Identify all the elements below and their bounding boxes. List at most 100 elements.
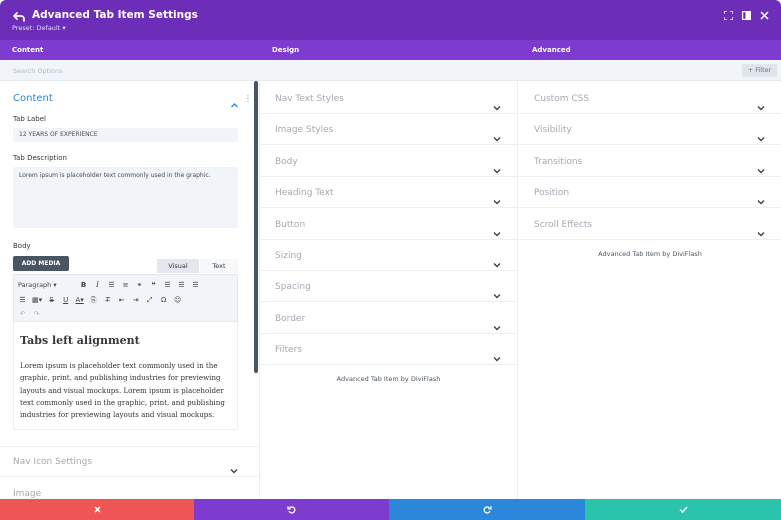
collapsible-section[interactable]: Image Styles xyxy=(260,114,517,146)
chevron-down-icon xyxy=(230,491,238,497)
collapsible-section[interactable]: Body xyxy=(260,146,517,177)
section-label: Visibility xyxy=(534,125,572,136)
align-center-icon[interactable]: ☰ xyxy=(177,281,186,289)
section-label: Custom CSS xyxy=(534,94,590,104)
cancel-button[interactable] xyxy=(0,499,194,520)
x-icon xyxy=(93,506,101,513)
body-editor[interactable]: Tabs left alignment Lorem ipsum is place… xyxy=(13,322,238,430)
search-bar: Search Options + Filter xyxy=(0,60,781,81)
undo-icon[interactable]: ↶ xyxy=(18,310,27,318)
section-label: Spacing xyxy=(275,282,311,293)
collapsible-section[interactable]: Heading Text xyxy=(260,177,517,209)
section-label: Border xyxy=(275,313,306,324)
chevron-down-icon xyxy=(493,159,501,174)
table-icon[interactable]: ▦▾ xyxy=(32,296,42,304)
section-label: Heading Text xyxy=(275,188,334,199)
bullet-list-icon[interactable]: ☰ xyxy=(107,281,116,289)
tab-content[interactable]: Content xyxy=(12,46,43,54)
redo-button[interactable] xyxy=(389,499,585,520)
italic-icon[interactable]: I xyxy=(93,281,102,289)
numbered-list-icon[interactable]: ≡ xyxy=(121,281,130,289)
chevron-up-icon[interactable] xyxy=(230,95,239,108)
section-label: Body xyxy=(275,156,298,167)
align-right-icon[interactable]: ☰ xyxy=(191,281,200,289)
collapsible-section[interactable]: Visibility xyxy=(519,114,781,146)
collapsible-section[interactable]: Filters xyxy=(260,334,517,366)
collapsible-section[interactable]: Border xyxy=(260,303,517,334)
section-image[interactable]: Image xyxy=(0,478,258,499)
section-label: Image xyxy=(13,489,42,499)
split-view-icon[interactable] xyxy=(741,10,751,20)
link-icon[interactable]: ⚭ xyxy=(135,281,144,289)
tab-advanced[interactable]: Advanced xyxy=(532,46,571,54)
chevron-down-icon xyxy=(230,459,238,474)
chevron-down-icon xyxy=(757,96,765,111)
fullscreen-editor-icon[interactable]: ⤢ xyxy=(145,296,154,305)
collapsible-section[interactable]: Button xyxy=(260,209,517,240)
strikethrough-icon[interactable]: S xyxy=(47,296,56,304)
collapsible-section[interactable]: Spacing xyxy=(260,271,517,303)
chevron-down-icon xyxy=(757,190,765,205)
bold-icon[interactable]: B xyxy=(79,281,88,289)
redo-icon xyxy=(483,506,492,514)
section-nav-icon-settings[interactable]: Nav Icon Settings xyxy=(0,446,258,477)
add-media-button[interactable]: ADD MEDIA xyxy=(13,256,69,271)
design-footer: Advanced Tab Item by DiviFlash xyxy=(336,375,441,383)
chevron-down-icon xyxy=(493,253,501,268)
toolbar-row-1: Paragraph ▾ B I ☰ ≡ ⚭ ❝ ☰ ☰ ☰ xyxy=(18,279,200,291)
check-icon xyxy=(678,506,688,513)
back-arrow-icon[interactable] xyxy=(12,9,26,23)
tab-design[interactable]: Design xyxy=(272,46,299,54)
underline-icon[interactable]: U xyxy=(61,296,70,304)
settings-tabs: Content Design Advanced xyxy=(0,40,781,60)
chevron-down-icon xyxy=(493,316,501,331)
search-input[interactable]: Search Options xyxy=(13,67,62,75)
content-section-title[interactable]: Content xyxy=(13,93,53,104)
tab-description-label: Tab Description xyxy=(13,154,67,162)
collapsible-section[interactable]: Custom CSS xyxy=(519,83,781,114)
collapsible-section[interactable]: Position xyxy=(519,177,781,209)
collapsible-section[interactable]: Transitions xyxy=(519,146,781,177)
collapsible-section[interactable]: Scroll Effects xyxy=(519,209,781,240)
special-character-icon[interactable]: Ω xyxy=(159,296,168,304)
justify-icon[interactable]: ☰ xyxy=(18,296,27,304)
chevron-down-icon xyxy=(757,127,765,142)
more-options-icon[interactable]: ⋮ xyxy=(244,95,252,103)
section-label: Filters xyxy=(275,345,302,356)
format-select[interactable]: Paragraph ▾ xyxy=(18,281,74,289)
tab-label-input[interactable]: 12 YEARS OF EXPERIENCE xyxy=(13,128,238,142)
fullscreen-icon[interactable] xyxy=(723,10,733,20)
clear-format-icon[interactable]: T̶ xyxy=(103,296,112,304)
collapsible-section[interactable]: Sizing xyxy=(260,240,517,271)
redo-icon[interactable]: ↷ xyxy=(32,310,41,318)
close-icon[interactable] xyxy=(759,10,769,20)
emoji-icon[interactable]: ☺ xyxy=(173,296,182,304)
chevron-down-icon xyxy=(493,127,501,142)
modal-header: Advanced Tab Item Settings Preset: Defau… xyxy=(0,0,781,40)
section-label: Nav Icon Settings xyxy=(13,457,93,467)
undo-button[interactable] xyxy=(194,499,389,520)
editor-toolbar: Paragraph ▾ B I ☰ ≡ ⚭ ❝ ☰ ☰ ☰ ☰ ▦▾ S U A… xyxy=(13,274,238,322)
save-button[interactable] xyxy=(585,499,781,520)
paste-text-icon[interactable]: ⎘ xyxy=(89,296,98,305)
editor-paragraph: Lorem ipsum is placeholder text commonly… xyxy=(20,361,225,420)
chevron-down-icon xyxy=(493,222,501,237)
section-label: Scroll Effects xyxy=(534,219,593,230)
action-bar xyxy=(0,499,781,520)
text-tab[interactable]: Text xyxy=(200,259,238,273)
visual-tab[interactable]: Visual xyxy=(157,259,199,273)
section-label: Transitions xyxy=(534,156,583,167)
align-left-icon[interactable]: ☰ xyxy=(163,281,172,289)
filter-button[interactable]: + Filter xyxy=(742,64,777,77)
indent-icon[interactable]: ⇥ xyxy=(131,296,140,304)
chevron-down-icon xyxy=(493,190,501,205)
collapsible-section[interactable]: Nav Text Styles xyxy=(260,83,517,114)
blockquote-icon[interactable]: ❝ xyxy=(149,281,158,289)
tab-description-textarea[interactable]: Lorem ipsum is placeholder text commonly… xyxy=(13,167,238,228)
settings-modal: Advanced Tab Item Settings Preset: Defau… xyxy=(0,0,781,520)
outdent-icon[interactable]: ⇤ xyxy=(117,296,126,304)
chevron-down-icon xyxy=(757,222,765,237)
preset-dropdown[interactable]: Preset: Default ▾ xyxy=(12,24,66,32)
scrollbar[interactable] xyxy=(254,81,258,373)
text-color-icon[interactable]: A▾ xyxy=(75,296,84,304)
